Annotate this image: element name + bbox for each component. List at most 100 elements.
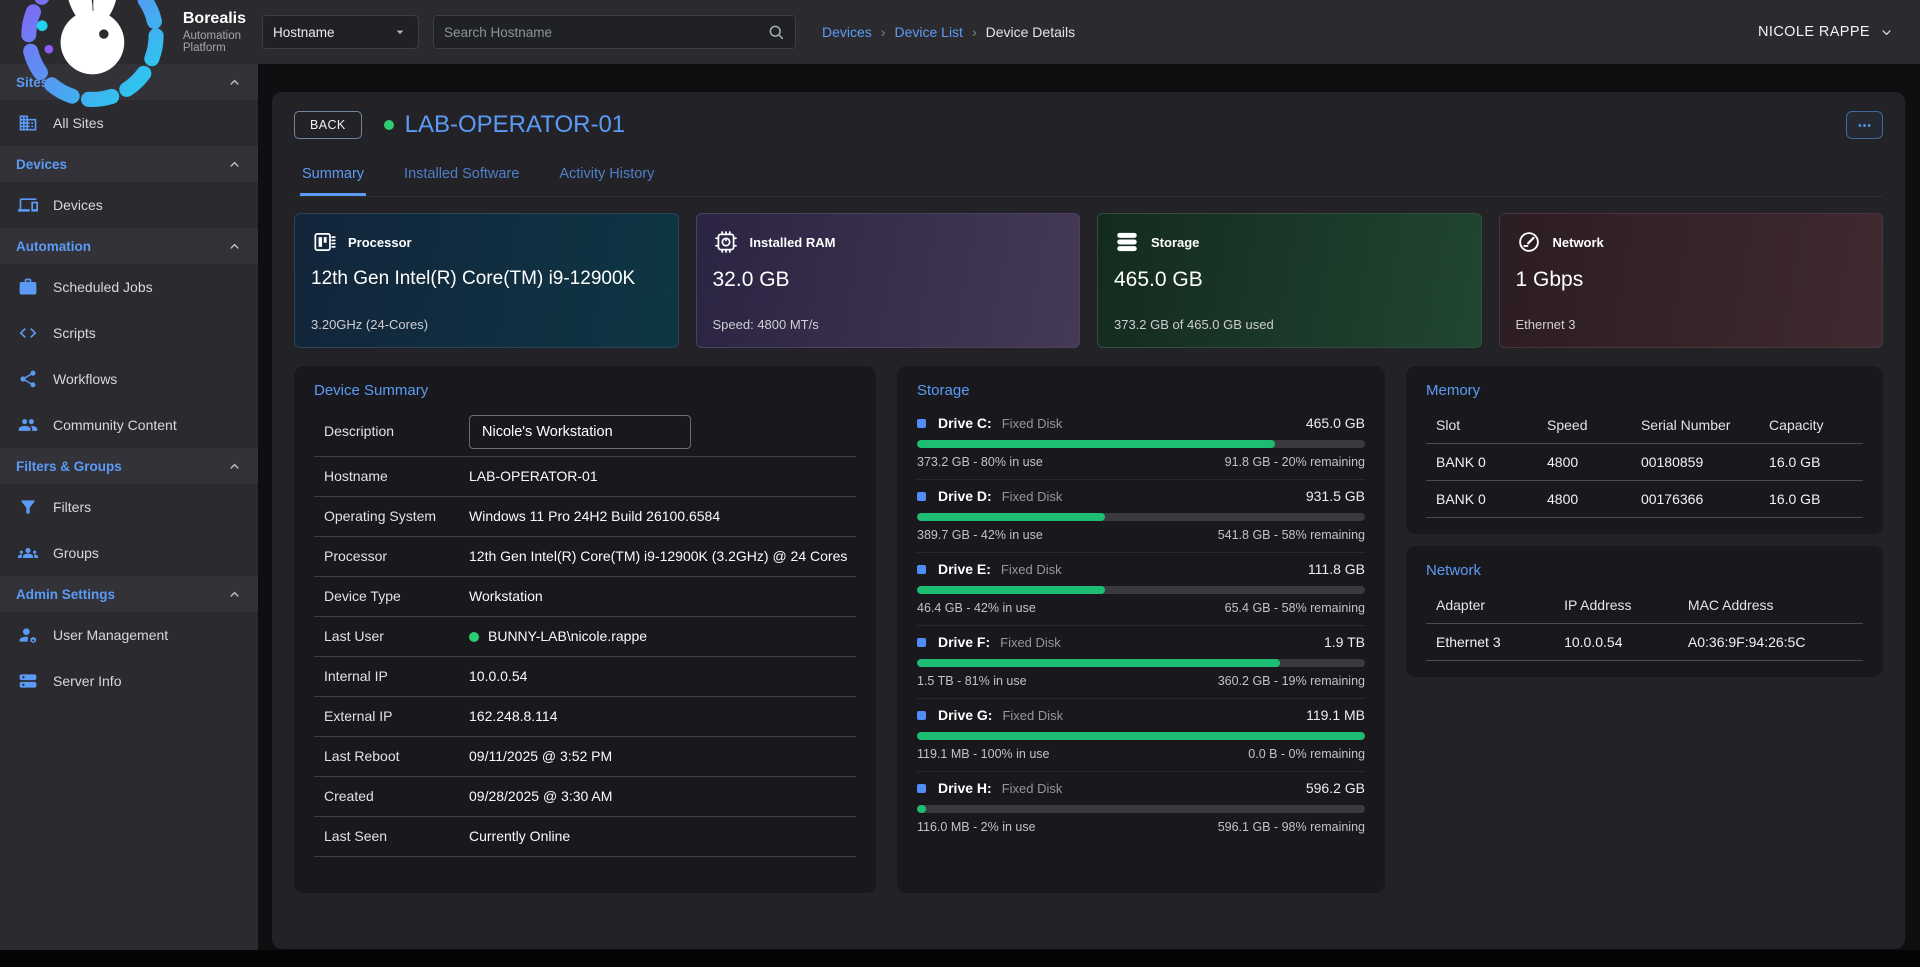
- sidebar-item-label: All Sites: [53, 115, 104, 131]
- drive-name: Drive C:: [938, 415, 992, 431]
- groups-icon: [18, 543, 38, 563]
- topbar: Hostname Devices›Device List›Device Deta…: [258, 0, 1920, 64]
- sidebar-item-groups[interactable]: Groups: [0, 530, 258, 576]
- building-icon: [18, 113, 38, 133]
- device-summary-panel: Device Summary Description Hostname LAB-…: [294, 366, 876, 893]
- drive-used-text: 46.4 GB - 42% in use: [917, 601, 1036, 615]
- user-name: NICOLE RAPPE: [1758, 24, 1870, 40]
- sidebar-section-devices[interactable]: Devices: [0, 146, 258, 182]
- drive-type: Fixed Disk: [1000, 635, 1061, 650]
- device-details-card: BACK LAB-OPERATOR-01 Summary Installed S…: [272, 92, 1905, 949]
- drive-type: Fixed Disk: [1002, 489, 1063, 504]
- sidebar-section-filters-groups[interactable]: Filters & Groups: [0, 448, 258, 484]
- back-button[interactable]: BACK: [294, 111, 362, 139]
- ram-icon: [713, 229, 739, 255]
- sidebar-section-automation[interactable]: Automation: [0, 228, 258, 264]
- drive-used-text: 389.7 GB - 42% in use: [917, 528, 1043, 542]
- cell-value: BANK 0: [1436, 491, 1547, 507]
- sidebar-item-devices[interactable]: Devices: [0, 182, 258, 228]
- network-panel-title: Network: [1426, 562, 1863, 579]
- drive-size: 465.0 GB: [1306, 415, 1365, 431]
- column-header: IP Address: [1564, 597, 1688, 613]
- drive-row-drive-h: Drive H: Fixed Disk 596.2 GB 116.0 MB - …: [917, 771, 1365, 844]
- more-actions-button[interactable]: [1846, 111, 1883, 139]
- metric-subtext: 373.2 GB of 465.0 GB used: [1114, 317, 1465, 332]
- sidebar-item-server-info[interactable]: Server Info: [0, 658, 258, 704]
- sidebar-item-community-content[interactable]: Community Content: [0, 402, 258, 448]
- metric-value: 32.0 GB: [713, 268, 1064, 292]
- summary-row-label: Last Reboot: [324, 747, 444, 766]
- drive-usage-fill: [917, 513, 1105, 521]
- sidebar-item-user-management[interactable]: User Management: [0, 612, 258, 658]
- summary-row-value: LAB-OPERATOR-01: [469, 466, 598, 487]
- search-box: [433, 15, 796, 49]
- drive-bullet-icon: [917, 565, 926, 574]
- brand-subtitle: Automation Platform: [183, 30, 246, 54]
- sidebar: Borealis Automation Platform Sites All S…: [0, 0, 258, 950]
- server-icon: [18, 671, 38, 691]
- metric-subtext: Speed: 4800 MT/s: [713, 317, 1064, 332]
- drive-usage-fill: [917, 659, 1280, 667]
- sidebar-item-scheduled-jobs[interactable]: Scheduled Jobs: [0, 264, 258, 310]
- drive-name: Drive F:: [938, 634, 990, 650]
- summary-row-value: 162.248.8.114: [469, 706, 558, 727]
- column-header: MAC Address: [1688, 597, 1863, 613]
- drive-type: Fixed Disk: [1001, 562, 1062, 577]
- summary-row-value: 12th Gen Intel(R) Core(TM) i9-12900K (3.…: [469, 546, 847, 567]
- tab-summary[interactable]: Summary: [300, 156, 366, 196]
- people-icon: [18, 415, 38, 435]
- chevron-up-icon: [227, 157, 242, 172]
- sidebar-section-label: Devices: [16, 157, 67, 172]
- network-row: Ethernet 310.0.0.54A0:36:9F:94:26:5C: [1426, 624, 1863, 661]
- user-gear-icon: [18, 625, 38, 645]
- sidebar-item-filters[interactable]: Filters: [0, 484, 258, 530]
- breadcrumb-link-device-list[interactable]: Device List: [894, 24, 962, 40]
- chevron-up-icon: [227, 239, 242, 254]
- drive-used-text: 373.2 GB - 80% in use: [917, 455, 1043, 469]
- drive-usage-bar: [917, 586, 1365, 594]
- breadcrumb-separator: ›: [972, 24, 977, 40]
- description-input[interactable]: [469, 415, 691, 449]
- summary-row-device-type: Device Type Workstation: [314, 577, 856, 617]
- sidebar-section-admin-settings[interactable]: Admin Settings: [0, 576, 258, 612]
- summary-row-internal-ip: Internal IP 10.0.0.54: [314, 657, 856, 697]
- cell-value: Ethernet 3: [1436, 634, 1564, 650]
- cell-value: BANK 0: [1436, 454, 1547, 470]
- drive-size: 596.2 GB: [1306, 780, 1365, 796]
- description-row: Description: [314, 407, 856, 457]
- drive-type: Fixed Disk: [1002, 781, 1063, 796]
- sidebar-item-label: Server Info: [53, 673, 121, 689]
- metric-value: 465.0 GB: [1114, 268, 1465, 292]
- hostname-filter-select[interactable]: Hostname: [262, 15, 419, 49]
- tab-activity-history[interactable]: Activity History: [557, 156, 656, 196]
- column-header: Adapter: [1436, 597, 1564, 613]
- drive-bullet-icon: [917, 711, 926, 720]
- sidebar-nav: Sites All Sites Devices Devices Automati…: [0, 64, 258, 704]
- network-panel: Network AdapterIP AddressMAC Address Ethe…: [1406, 546, 1883, 677]
- metric-card-installed-ram: Installed RAM 32.0 GB Speed: 4800 MT/s: [696, 213, 1081, 348]
- search-input[interactable]: [444, 25, 767, 40]
- memory-table: SlotSpeedSerial NumberCapacityBANK 04800…: [1426, 407, 1863, 518]
- drive-size: 111.8 GB: [1308, 561, 1365, 577]
- memory-row: BANK 048000018085916.0 GB: [1426, 444, 1863, 481]
- metric-cards: Processor 12th Gen Intel(R) Core(TM) i9-…: [294, 213, 1883, 348]
- breadcrumb: Devices›Device List›Device Details: [822, 24, 1075, 40]
- drive-bullet-icon: [917, 784, 926, 793]
- sidebar-item-scripts[interactable]: Scripts: [0, 310, 258, 356]
- summary-row-label: Last User: [324, 627, 444, 646]
- drive-usage-bar: [917, 659, 1365, 667]
- cell-value: 16.0 GB: [1769, 491, 1863, 507]
- sidebar-section-label: Sites: [16, 75, 48, 90]
- breadcrumb-link-devices[interactable]: Devices: [822, 24, 872, 40]
- online-dot: [469, 632, 479, 642]
- brand-logo: Borealis Automation Platform: [0, 0, 258, 64]
- user-menu[interactable]: NICOLE RAPPE: [1758, 24, 1894, 40]
- tab-installed-software[interactable]: Installed Software: [402, 156, 521, 196]
- summary-row-value: Windows 11 Pro 24H2 Build 26100.6584: [469, 506, 720, 527]
- brand-name: Borealis: [183, 10, 246, 28]
- sidebar-item-workflows[interactable]: Workflows: [0, 356, 258, 402]
- drive-usage-bar: [917, 513, 1365, 521]
- drive-bullet-icon: [917, 638, 926, 647]
- summary-row-label: Internal IP: [324, 667, 444, 686]
- summary-row-label: Hostname: [324, 467, 444, 486]
